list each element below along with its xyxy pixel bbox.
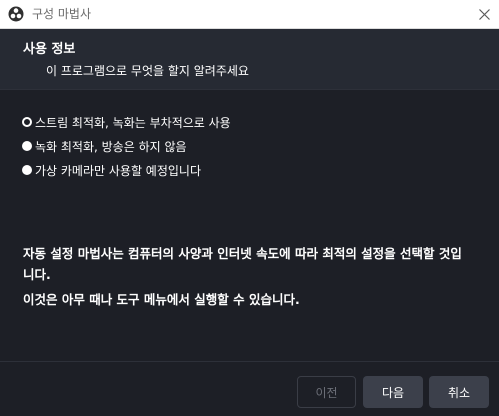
title-bar: 구성 마법사 <box>0 0 499 29</box>
obs-logo-icon <box>8 6 24 22</box>
next-button[interactable]: 다음 <box>363 376 423 408</box>
page-header: 사용 정보 이 프로그램으로 무엇을 할지 알려주세요 <box>0 29 499 89</box>
option-stream-optimize[interactable]: 스트림 최적화, 녹화는 부차적으로 사용 <box>22 113 231 131</box>
info-text-auto-config: 자동 설정 마법사는 컴퓨터의 사양과 인터넷 속도에 따라 최적의 설정을 선… <box>23 246 462 282</box>
info-text-tools-menu: 이것은 아무 때나 도구 메뉴에서 실행할 수 있습니다. <box>23 292 300 307</box>
option-label: 스트림 최적화, 녹화는 부차적으로 사용 <box>35 115 231 130</box>
footer-divider <box>0 361 499 362</box>
option-virtual-camera[interactable]: 가상 카메라만 사용할 예정입니다 <box>22 161 201 179</box>
option-label: 녹화 최적화, 방송은 하지 않음 <box>35 139 187 154</box>
option-label: 가상 카메라만 사용할 예정입니다 <box>35 163 202 178</box>
header-divider <box>0 89 499 90</box>
radio-button-checked[interactable] <box>22 117 32 127</box>
cancel-button[interactable]: 취소 <box>429 376 489 408</box>
option-record-optimize[interactable]: 녹화 최적화, 방송은 하지 않음 <box>22 137 187 155</box>
close-button[interactable] <box>469 0 499 29</box>
page-subtitle: 이 프로그램으로 무엇을 할지 알려주세요 <box>46 64 249 78</box>
back-button[interactable]: 이전 <box>297 376 356 408</box>
close-icon <box>478 9 490 20</box>
radio-button[interactable] <box>22 141 32 151</box>
window-title: 구성 마법사 <box>32 7 92 21</box>
radio-button[interactable] <box>22 165 32 175</box>
page-title: 사용 정보 <box>23 42 76 57</box>
